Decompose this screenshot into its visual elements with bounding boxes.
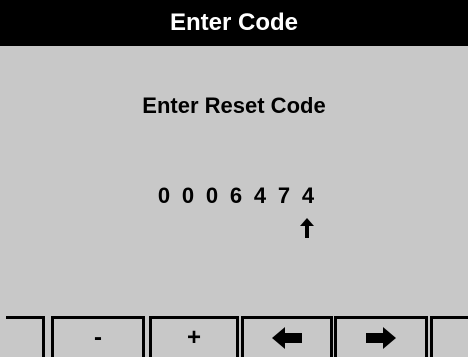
softkey-blank-left[interactable] xyxy=(6,316,45,357)
arrow-left-icon xyxy=(272,327,302,349)
softkey-blank-right[interactable] xyxy=(430,316,468,357)
code-digit-3[interactable]: 0 xyxy=(204,183,220,209)
code-digit-2[interactable]: 0 xyxy=(180,183,196,209)
screen-title: Enter Code xyxy=(169,9,298,36)
reset-code-screen: Enter Code Enter Reset Code 0 0 0 6 4 7 … xyxy=(0,0,468,357)
code-digit-5[interactable]: 4 xyxy=(252,183,268,209)
softkey-decrement-label: - xyxy=(94,324,102,351)
cursor-up-arrow-icon xyxy=(299,218,315,238)
softkey-increment-button[interactable]: + xyxy=(149,316,239,357)
code-digit-1[interactable]: 0 xyxy=(156,183,172,209)
code-digit-4[interactable]: 6 xyxy=(228,183,244,209)
code-digit-6[interactable]: 7 xyxy=(276,183,292,209)
softkey-bar: - + xyxy=(0,316,468,357)
softkey-left-button[interactable] xyxy=(241,316,333,357)
softkey-right-button[interactable] xyxy=(334,316,428,357)
title-bar: Enter Code xyxy=(0,0,468,46)
prompt-text: Enter Reset Code xyxy=(142,93,326,118)
code-digit-7[interactable]: 4 xyxy=(300,183,316,209)
softkey-increment-label: + xyxy=(186,324,201,351)
arrow-right-icon xyxy=(366,327,396,349)
softkey-decrement-button[interactable]: - xyxy=(51,316,145,357)
